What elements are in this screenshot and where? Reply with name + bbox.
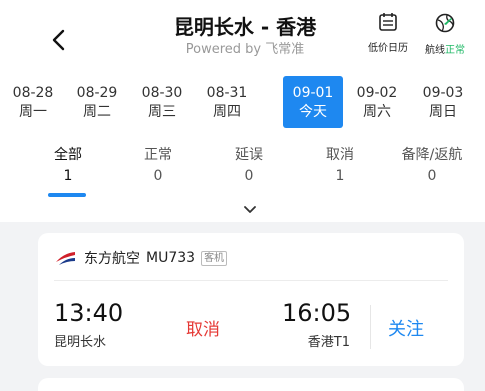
follow-button[interactable]: 关注	[388, 315, 424, 341]
chevron-down-icon	[244, 205, 256, 213]
low-price-calendar-button[interactable]: 低价日历	[360, 12, 416, 54]
tab-label: 延误	[235, 147, 263, 163]
date-text: 08-29	[76, 85, 118, 101]
top-nav-bar: 昆明长水 - 香港 Powered by 飞常准 低价日历 航线正常	[0, 0, 485, 76]
date-text: 09-01	[292, 85, 334, 101]
date-item[interactable]: 09-02 周六	[347, 76, 407, 128]
date-item[interactable]: 08-31 周四	[197, 76, 257, 128]
tab-count: 0	[153, 168, 163, 184]
date-item[interactable]: 08-29 周二	[67, 76, 127, 128]
tab-label: 全部	[54, 147, 82, 163]
aircraft-type-tag: 客机	[201, 250, 228, 266]
flight-card-partial[interactable]	[38, 378, 464, 391]
route-label-prefix: 航线	[425, 45, 445, 56]
tab-cancelled[interactable]: 取消 1	[300, 146, 380, 185]
route-title-block: 昆明长水 - 香港 Powered by 飞常准	[140, 14, 350, 58]
date-item[interactable]: 09-03 周日	[413, 76, 473, 128]
china-eastern-logo-icon	[56, 252, 75, 265]
route-status-button[interactable]: 航线正常	[416, 12, 474, 56]
date-item[interactable]: 08-28 周一	[3, 76, 63, 128]
low-price-calendar-label: 低价日历	[368, 43, 408, 54]
tab-count: 0	[427, 168, 437, 184]
arrival-time: 16:05	[282, 299, 352, 327]
weekday-text: 周二	[83, 104, 111, 120]
back-button[interactable]	[44, 22, 74, 58]
weekday-text: 周日	[429, 104, 457, 120]
arrival-airport: 香港T1	[307, 335, 350, 350]
tab-diverted-returned[interactable]: 备降/返航 0	[386, 146, 478, 185]
tab-normal[interactable]: 正常 0	[118, 146, 198, 185]
active-tab-indicator	[48, 193, 86, 197]
airline-name: 东方航空	[84, 251, 140, 267]
date-text: 08-28	[12, 85, 54, 101]
date-text: 09-03	[422, 85, 464, 101]
date-item[interactable]: 08-30 周三	[132, 76, 192, 128]
flight-card[interactable]: 东方航空 MU733 客机 13:40 昆明长水 取消 16:05 香港T1 关…	[38, 233, 464, 366]
page-title: 昆明长水 - 香港	[173, 15, 317, 39]
airline-row: 东方航空 MU733 客机	[54, 247, 228, 269]
weekday-text: 周四	[213, 104, 241, 120]
globe-plane-icon	[435, 13, 455, 33]
flight-status: 取消	[186, 320, 220, 340]
tab-label: 取消	[326, 147, 354, 163]
expand-filters-button[interactable]	[239, 200, 261, 218]
tab-count: 0	[244, 168, 254, 184]
tab-label: 正常	[144, 147, 172, 163]
powered-by-text: Powered by 飞常准	[185, 42, 305, 57]
date-text: 08-30	[141, 85, 183, 101]
tab-delayed[interactable]: 延误 0	[209, 146, 289, 185]
route-status-value: 正常	[445, 45, 465, 56]
date-text: 09-02	[356, 85, 398, 101]
calendar-icon	[379, 13, 397, 31]
flight-number: MU733	[146, 250, 196, 266]
tab-count: 1	[335, 168, 345, 184]
weekday-text: 今天	[299, 104, 327, 120]
status-filter-tabs: 全部 1 正常 0 延误 0 取消 1 备降/返航 0	[0, 140, 485, 200]
tab-label: 备降/返航	[401, 147, 463, 163]
date-selector: 08-28 周一 08-29 周二 08-30 周三 08-31 周四 09-0…	[0, 76, 485, 132]
card-divider	[54, 280, 448, 281]
follow-separator	[370, 305, 371, 349]
weekday-text: 周六	[363, 104, 391, 120]
departure-airport: 昆明长水	[54, 335, 107, 350]
weekday-text: 周一	[19, 104, 47, 120]
date-text: 08-31	[206, 85, 248, 101]
weekday-text: 周三	[148, 104, 176, 120]
departure-time: 13:40	[54, 299, 124, 327]
route-status-label: 航线正常	[416, 41, 474, 56]
tab-count: 1	[63, 168, 73, 184]
date-item-selected[interactable]: 09-01 今天	[283, 76, 343, 128]
tab-all[interactable]: 全部 1	[28, 146, 108, 185]
chevron-left-icon	[52, 29, 65, 51]
